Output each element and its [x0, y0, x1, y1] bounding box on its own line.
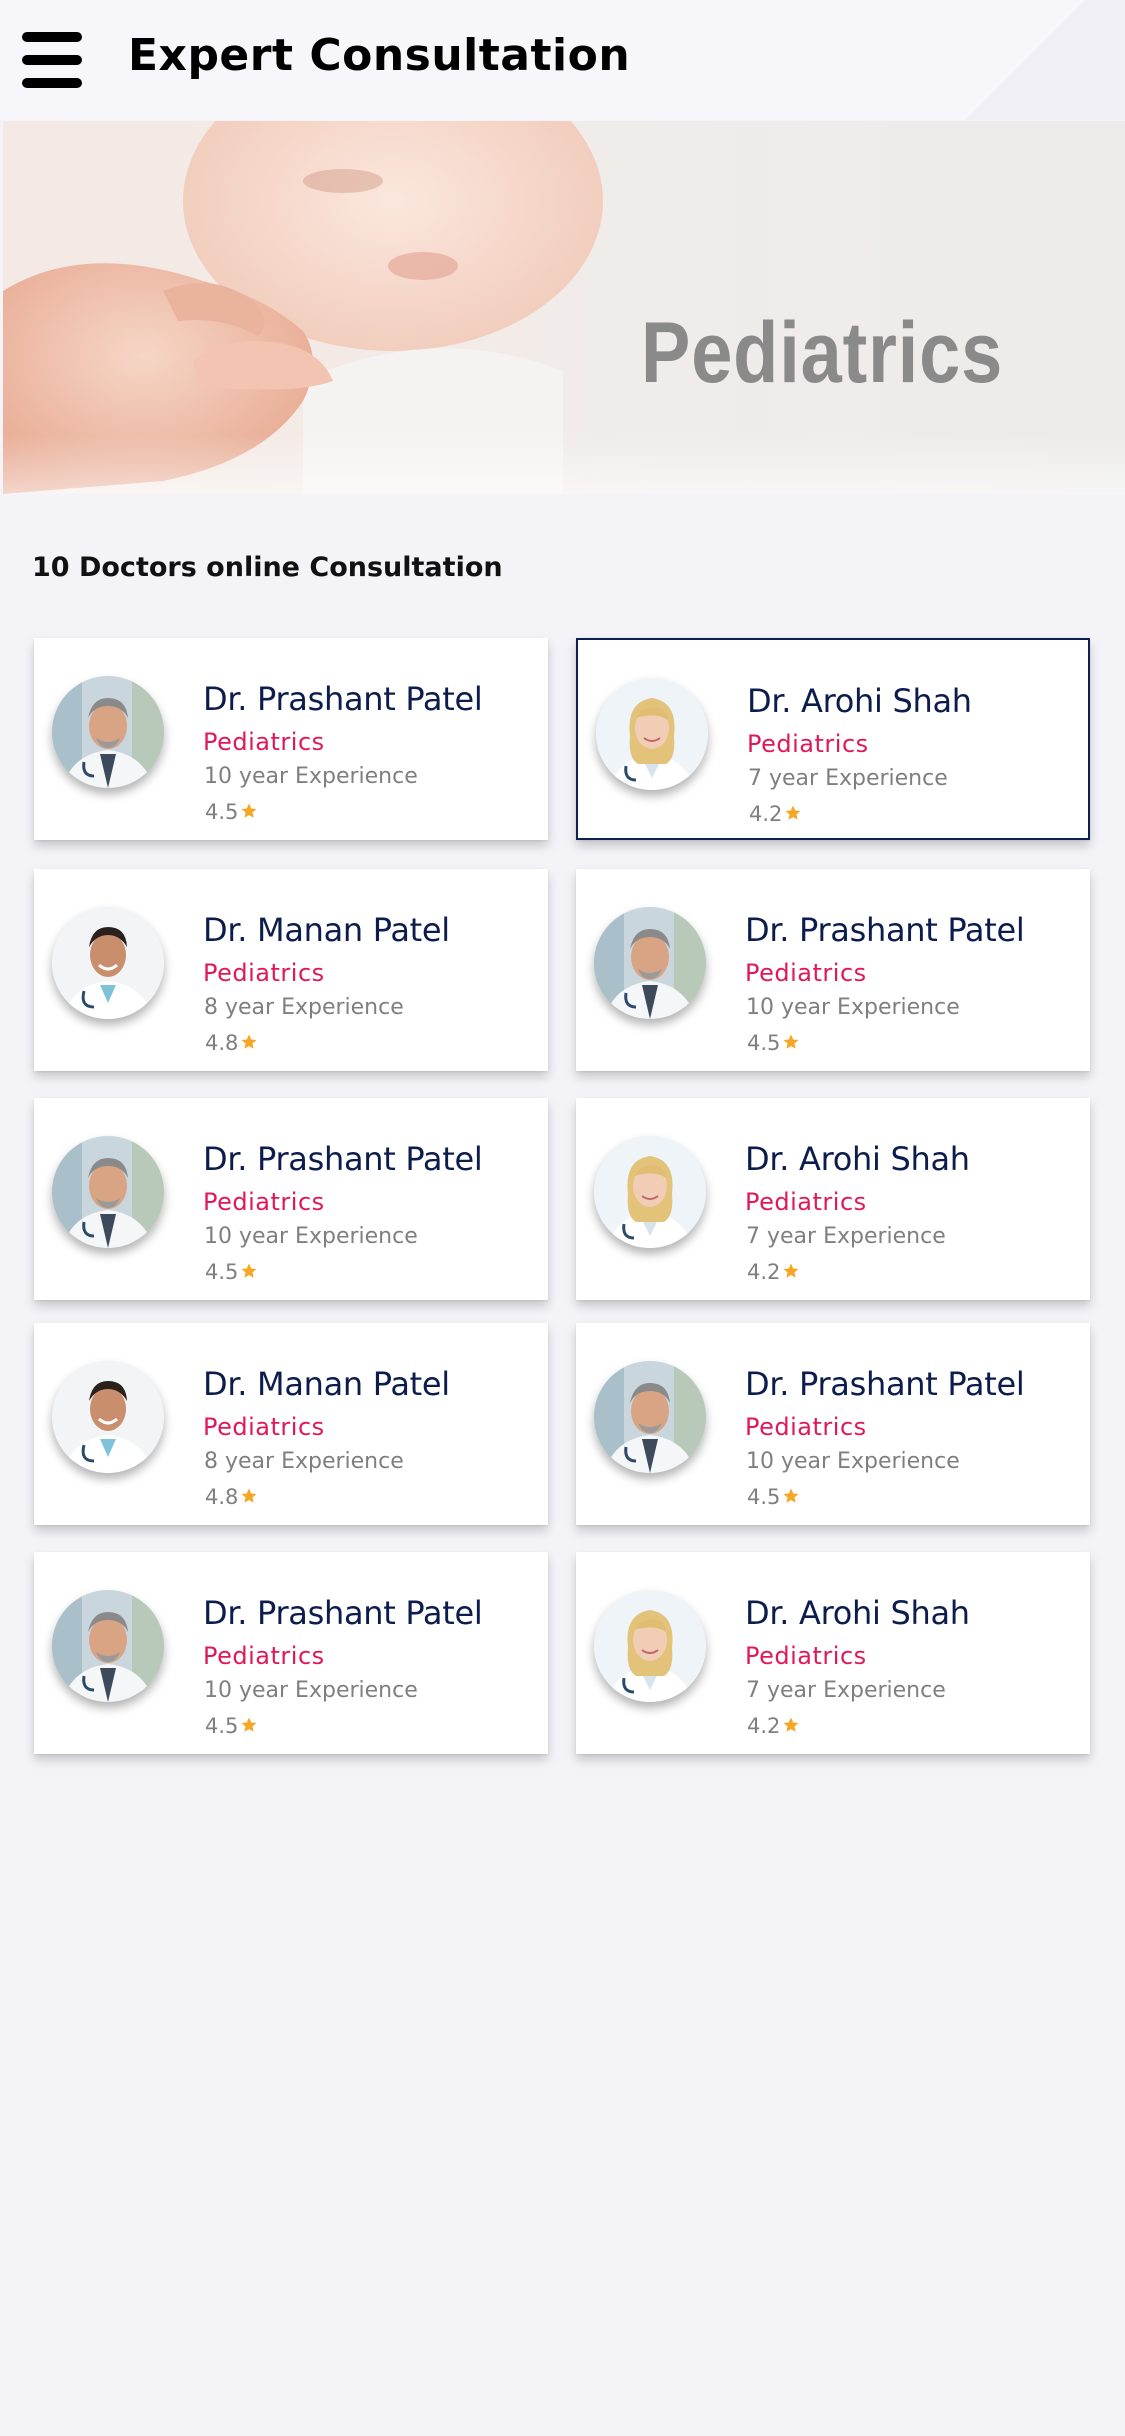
doctor-avatar — [52, 1590, 164, 1702]
doctor-experience: 10 year Experience — [746, 995, 960, 1020]
doctor-avatar — [594, 1361, 706, 1473]
doctor-experience: 10 year Experience — [204, 1224, 418, 1249]
star-icon — [240, 801, 258, 819]
doctor-count-label: 10 Doctors online Consultation — [32, 552, 503, 583]
doctor-avatar — [52, 1136, 164, 1248]
doctor-name: Dr. Prashant Patel — [745, 1365, 1025, 1403]
star-icon — [782, 1715, 800, 1733]
rating-value: 4.2 — [747, 1260, 781, 1284]
hero-banner: Pediatrics — [3, 121, 1125, 494]
doctor-name: Dr. Prashant Patel — [203, 1594, 483, 1632]
doctor-avatar — [594, 907, 706, 1019]
doctor-name: Dr. Arohi Shah — [745, 1594, 970, 1632]
hamburger-menu-icon[interactable] — [22, 32, 82, 88]
doctor-specialty: Pediatrics — [203, 959, 325, 987]
doctor-name: Dr. Manan Patel — [203, 1365, 450, 1403]
star-icon — [782, 1261, 800, 1279]
doctor-avatar — [594, 1136, 706, 1248]
doctor-avatar — [596, 678, 708, 790]
star-icon — [782, 1486, 800, 1504]
doctor-specialty: Pediatrics — [203, 1642, 325, 1670]
doctor-card[interactable]: Dr. Arohi Shah Pediatrics 7 year Experienc… — [576, 1552, 1090, 1754]
doctor-specialty: Pediatrics — [745, 1188, 867, 1216]
star-icon — [784, 803, 802, 821]
hero-title: Pediatrics — [641, 305, 1004, 401]
doctor-experience: 7 year Experience — [746, 1224, 946, 1249]
doctor-rating: 4.2 — [749, 802, 802, 826]
doctor-specialty: Pediatrics — [203, 728, 325, 756]
doctor-experience: 7 year Experience — [748, 766, 948, 791]
doctor-specialty: Pediatrics — [203, 1188, 325, 1216]
doctor-rating: 4.5 — [747, 1031, 800, 1055]
doctor-specialty: Pediatrics — [745, 1413, 867, 1441]
doctor-rating: 4.2 — [747, 1260, 800, 1284]
doctor-card[interactable]: Dr. Prashant Patel Pediatrics 10 year Expe… — [34, 1552, 548, 1754]
app-header: Expert Consultation — [0, 0, 1125, 120]
doctor-card[interactable]: Dr. Manan Patel Pediatrics 8 year Experien… — [34, 869, 548, 1071]
page-title: Expert Consultation — [128, 30, 631, 81]
doctor-rating: 4.5 — [205, 800, 258, 824]
doctor-avatar — [594, 1590, 706, 1702]
doctor-rating: 4.5 — [205, 1260, 258, 1284]
doctor-experience: 8 year Experience — [204, 995, 404, 1020]
doctor-card[interactable]: Dr. Prashant Patel Pediatrics 10 year Expe… — [576, 869, 1090, 1071]
doctor-card[interactable]: Dr. Prashant Patel Pediatrics 10 year Expe… — [34, 638, 548, 840]
doctor-specialty: Pediatrics — [745, 959, 867, 987]
doctor-card[interactable]: Dr. Prashant Patel Pediatrics 10 year Expe… — [576, 1323, 1090, 1525]
rating-value: 4.5 — [747, 1485, 781, 1509]
doctor-rating: 4.2 — [747, 1714, 800, 1738]
doctor-experience: 7 year Experience — [746, 1678, 946, 1703]
doctor-experience: 10 year Experience — [204, 1678, 418, 1703]
star-icon — [240, 1261, 258, 1279]
rating-value: 4.8 — [205, 1485, 239, 1509]
doctor-name: Dr. Prashant Patel — [203, 1140, 483, 1178]
doctor-experience: 8 year Experience — [204, 1449, 404, 1474]
doctor-name: Dr. Arohi Shah — [745, 1140, 970, 1178]
rating-value: 4.2 — [749, 802, 783, 826]
doctor-rating: 4.5 — [747, 1485, 800, 1509]
doctor-avatar — [52, 676, 164, 788]
doctor-experience: 10 year Experience — [204, 764, 418, 789]
rating-value: 4.8 — [205, 1031, 239, 1055]
doctor-rating: 4.8 — [205, 1485, 258, 1509]
star-icon — [240, 1715, 258, 1733]
doctor-card[interactable]: Dr. Prashant Patel Pediatrics 10 year Expe… — [34, 1098, 548, 1300]
doctor-card[interactable]: Dr. Arohi Shah Pediatrics 7 year Experienc… — [576, 638, 1090, 840]
doctor-name: Dr. Arohi Shah — [747, 682, 972, 720]
doctor-avatar — [52, 1361, 164, 1473]
doctor-specialty: Pediatrics — [745, 1642, 867, 1670]
rating-value: 4.2 — [747, 1714, 781, 1738]
doctor-rating: 4.8 — [205, 1031, 258, 1055]
hero-overlay — [3, 434, 1125, 494]
doctor-name: Dr. Prashant Patel — [745, 911, 1025, 949]
rating-value: 4.5 — [747, 1031, 781, 1055]
doctor-avatar — [52, 907, 164, 1019]
doctor-specialty: Pediatrics — [203, 1413, 325, 1441]
doctor-specialty: Pediatrics — [747, 730, 869, 758]
header-decoration — [925, 0, 1125, 120]
star-icon — [782, 1032, 800, 1050]
doctor-card[interactable]: Dr. Arohi Shah Pediatrics 7 year Experienc… — [576, 1098, 1090, 1300]
star-icon — [240, 1032, 258, 1050]
doctor-name: Dr. Prashant Patel — [203, 680, 483, 718]
doctor-experience: 10 year Experience — [746, 1449, 960, 1474]
doctor-name: Dr. Manan Patel — [203, 911, 450, 949]
star-icon — [240, 1486, 258, 1504]
doctor-card[interactable]: Dr. Manan Patel Pediatrics 8 year Experien… — [34, 1323, 548, 1525]
rating-value: 4.5 — [205, 1260, 239, 1284]
rating-value: 4.5 — [205, 1714, 239, 1738]
doctor-rating: 4.5 — [205, 1714, 258, 1738]
rating-value: 4.5 — [205, 800, 239, 824]
